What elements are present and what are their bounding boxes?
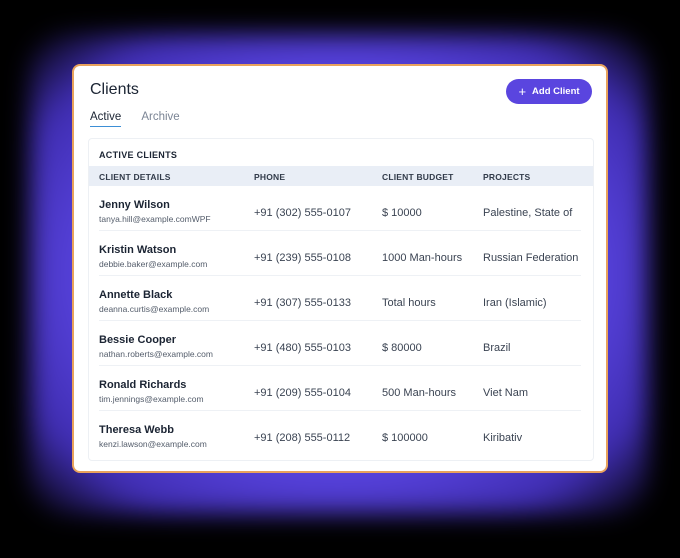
client-project: Brazil <box>483 342 511 354</box>
plus-icon: + <box>518 84 527 99</box>
column-header-client-details: CLIENT DETAILS <box>99 172 171 182</box>
client-phone: +91 (209) 555-0104 <box>254 387 351 399</box>
client-name: Jenny Wilson <box>99 199 170 211</box>
client-email: kenzi.lawson@example.com <box>99 439 207 449</box>
client-project: Viet Nam <box>483 387 529 399</box>
client-budget: $ 10000 <box>382 207 422 219</box>
column-header-phone: PHONE <box>254 172 286 182</box>
page-title: Clients <box>90 81 139 98</box>
column-header-projects: PROJECTS <box>483 172 531 182</box>
clients-card: Clients + Add Client Active Archive ACTI… <box>74 66 606 471</box>
client-name: Ronald Richards <box>99 379 187 391</box>
client-name: Kristin Watson <box>99 244 177 256</box>
table-row[interactable]: Theresa Webb kenzi.lawson@example.com +9… <box>89 411 593 456</box>
client-name: Annette Black <box>99 289 173 301</box>
client-email: tim.jennings@example.com <box>99 394 204 404</box>
column-header-client-budget: CLIENT BUDGET <box>382 172 454 182</box>
client-phone: +91 (480) 555-0103 <box>254 342 351 354</box>
client-phone: +91 (239) 555-0108 <box>254 252 351 264</box>
add-client-button[interactable]: + Add Client <box>506 79 592 104</box>
client-name: Bessie Cooper <box>99 334 177 346</box>
client-budget: $ 80000 <box>382 342 422 354</box>
tab-bar: Active Archive <box>90 111 180 127</box>
panel-title: ACTIVE CLIENTS <box>99 150 178 160</box>
client-phone: +91 (307) 555-0133 <box>254 297 351 309</box>
client-name: Theresa Webb <box>99 424 174 436</box>
table-row[interactable]: Bessie Cooper nathan.roberts@example.com… <box>89 321 593 366</box>
tab-archive[interactable]: Archive <box>141 111 179 127</box>
client-email: tanya.hill@example.comWPF <box>99 214 211 224</box>
table-row[interactable]: Annette Black deanna.curtis@example.com … <box>89 276 593 321</box>
client-email: nathan.roberts@example.com <box>99 349 213 359</box>
tab-active[interactable]: Active <box>90 111 122 127</box>
table-row[interactable]: Ronald Richards tim.jennings@example.com… <box>89 366 593 411</box>
client-budget: 1000 Man-hours <box>382 252 463 264</box>
client-budget: Total hours <box>382 297 436 309</box>
client-phone: +91 (302) 555-0107 <box>254 207 351 219</box>
client-project: Russian Federation <box>483 252 579 264</box>
client-phone: +91 (208) 555-0112 <box>254 432 351 444</box>
table-row[interactable]: Kristin Watson debbie.baker@example.com … <box>89 231 593 276</box>
client-project: Kiribativ <box>483 432 523 444</box>
add-client-label: Add Client <box>532 86 580 97</box>
client-email: deanna.curtis@example.com <box>99 304 210 314</box>
client-project: Palestine, State of <box>483 207 573 219</box>
client-budget: 500 Man-hours <box>382 387 456 399</box>
client-project: Iran (Islamic) <box>483 297 547 309</box>
active-clients-panel: ACTIVE CLIENTS CLIENT DETAILS PHONE CLIE… <box>88 138 594 461</box>
client-email: debbie.baker@example.com <box>99 259 208 269</box>
client-budget: $ 100000 <box>382 432 428 444</box>
table-header: CLIENT DETAILS PHONE CLIENT BUDGET PROJE… <box>89 166 593 186</box>
table-row[interactable]: Jenny Wilson tanya.hill@example.comWPF +… <box>89 186 593 231</box>
